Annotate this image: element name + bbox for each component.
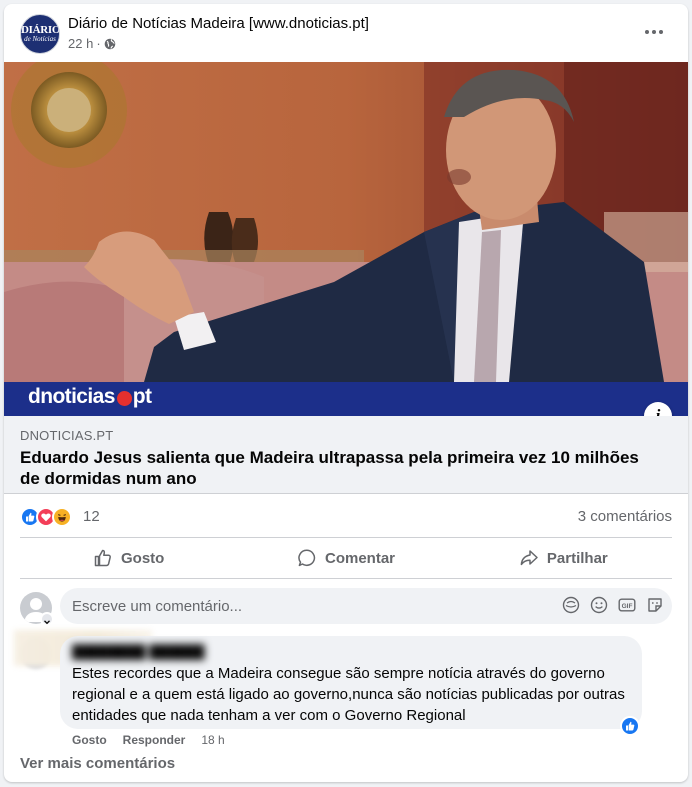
sticker-icon[interactable]	[646, 596, 664, 614]
comment-time[interactable]: 18 h	[201, 733, 224, 747]
more-dot-icon	[652, 30, 656, 34]
reaction-count[interactable]: 12	[83, 508, 100, 525]
post-image[interactable]: dnoticias pt	[4, 62, 688, 416]
avatar-sticker-icon[interactable]	[562, 596, 580, 614]
comment-like-link[interactable]: Gosto	[72, 733, 107, 747]
post-header: DIÁRIO de Notícias Diário de Notícias Ma…	[4, 4, 688, 62]
reactions-summary: 12 3 comentários	[20, 505, 672, 529]
link-preview[interactable]: DNOTICIAS.PT Eduardo Jesus salienta que …	[4, 416, 688, 494]
brand-logo: dnoticias pt	[28, 385, 152, 409]
page-name[interactable]: Diário de Notícias Madeira [www.dnoticia…	[68, 15, 369, 32]
like-button-label: Gosto	[120, 549, 165, 567]
svg-text:GIF: GIF	[622, 603, 633, 610]
share-button-label: Partilhar	[546, 549, 608, 567]
comment-tools: GIF	[562, 596, 664, 614]
post-actions: Gosto Comentar Partilhar	[20, 538, 672, 578]
haha-reaction-icon	[52, 507, 72, 527]
brand-dot-icon	[116, 390, 132, 406]
commenter-name-redacted: ████████ ██████	[72, 644, 205, 659]
photo-illustration	[4, 62, 688, 416]
view-more-comments-link[interactable]: Ver mais comentários	[20, 755, 175, 772]
comment-reply-link[interactable]: Responder	[123, 733, 186, 747]
share-arrow-icon	[520, 550, 538, 566]
share-button[interactable]: Partilhar	[455, 538, 672, 578]
comment-text: Estes recordes que a Madeira consegue sã…	[72, 665, 625, 724]
comment-button-label: Comentar	[324, 549, 395, 567]
speech-bubble-icon	[298, 549, 316, 567]
more-dot-icon	[645, 30, 649, 34]
comment-composer[interactable]: GIF	[60, 588, 672, 624]
brand-logo-left: dnoticias	[28, 385, 115, 408]
reaction-icons[interactable]	[20, 507, 82, 527]
like-button[interactable]: Gosto	[20, 538, 237, 578]
brand-logo-right: pt	[132, 385, 152, 408]
post-meta: 22 h ·	[68, 36, 116, 51]
link-title[interactable]: Eduardo Jesus salienta que Madeira ultra…	[20, 447, 660, 489]
comment-button[interactable]: Comentar	[237, 538, 454, 578]
divider	[20, 578, 672, 579]
link-domain: DNOTICIAS.PT	[20, 428, 114, 443]
avatar-logo-line2: de Notícias	[24, 35, 56, 43]
page-avatar[interactable]: DIÁRIO de Notícias	[20, 14, 60, 54]
comment-count[interactable]: 3 comentários	[578, 508, 672, 525]
comment-actions: Gosto Responder 18 h	[72, 733, 225, 747]
emoji-icon[interactable]	[590, 596, 608, 614]
profile-switch-icon[interactable]	[40, 612, 54, 626]
globe-icon	[104, 38, 115, 49]
comment-bubble: ████████ ██████ Estes recordes que a Mad…	[60, 636, 642, 729]
post-card: DIÁRIO de Notícias Diário de Notícias Ma…	[4, 4, 688, 782]
brand-bar: dnoticias pt	[4, 382, 688, 416]
comment-like-reaction-icon[interactable]	[620, 716, 640, 736]
comment-input[interactable]	[72, 588, 542, 624]
more-dot-icon	[659, 30, 663, 34]
thumbs-up-icon	[94, 549, 111, 567]
gif-icon[interactable]: GIF	[618, 596, 636, 614]
post-time[interactable]: 22 h	[68, 36, 93, 51]
more-options-button[interactable]	[640, 22, 668, 42]
